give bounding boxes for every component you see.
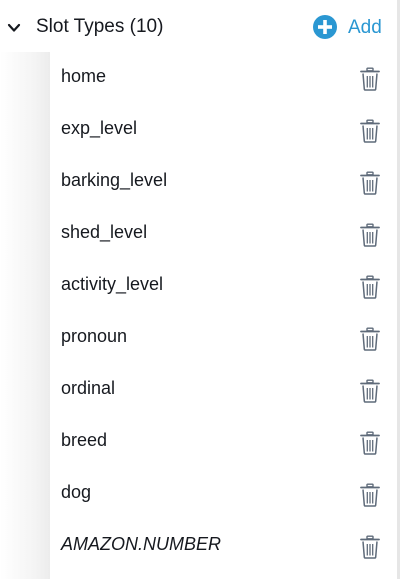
slot-type-name[interactable]: breed bbox=[61, 429, 107, 451]
slot-type-name[interactable]: exp_level bbox=[61, 117, 137, 139]
trash-icon[interactable] bbox=[360, 171, 380, 195]
slot-type-item[interactable]: breed bbox=[50, 416, 397, 468]
chevron-down-icon[interactable] bbox=[6, 21, 22, 35]
slot-types-header: Slot Types (10) Add bbox=[0, 0, 397, 52]
slot-type-item[interactable]: barking_level bbox=[50, 156, 397, 208]
trash-icon[interactable] bbox=[360, 275, 380, 299]
slot-type-item[interactable]: ordinal bbox=[50, 364, 397, 416]
slot-type-name[interactable]: shed_level bbox=[61, 221, 147, 243]
slot-type-name[interactable]: home bbox=[61, 65, 106, 87]
slot-type-item[interactable]: activity_level bbox=[50, 260, 397, 312]
section-title[interactable]: Slot Types (10) bbox=[36, 15, 163, 39]
slot-type-item[interactable]: shed_level bbox=[50, 208, 397, 260]
slot-type-name[interactable]: dog bbox=[61, 481, 91, 503]
trash-icon[interactable] bbox=[360, 223, 380, 247]
nav-rail bbox=[0, 52, 50, 579]
trash-icon[interactable] bbox=[360, 379, 380, 403]
trash-icon[interactable] bbox=[360, 431, 380, 455]
slot-type-item[interactable]: home bbox=[50, 52, 397, 104]
slot-types-panel: Slot Types (10) Add home exp_levelbarking… bbox=[0, 0, 400, 579]
slot-type-name[interactable]: activity_level bbox=[61, 273, 163, 295]
trash-icon[interactable] bbox=[360, 483, 380, 507]
add-label: Add bbox=[348, 17, 382, 38]
slot-type-item[interactable]: exp_level bbox=[50, 104, 397, 156]
trash-icon[interactable] bbox=[360, 119, 380, 143]
trash-icon[interactable] bbox=[360, 327, 380, 351]
slot-type-item[interactable]: dog bbox=[50, 468, 397, 520]
trash-icon[interactable] bbox=[360, 67, 380, 91]
trash-icon[interactable] bbox=[360, 535, 380, 559]
slot-type-item[interactable]: pronoun bbox=[50, 312, 397, 364]
slot-type-name[interactable]: pronoun bbox=[61, 325, 127, 347]
add-slot-type-button[interactable]: Add bbox=[312, 14, 384, 40]
slot-type-name[interactable]: ordinal bbox=[61, 377, 115, 399]
slot-type-name[interactable]: barking_level bbox=[61, 169, 167, 191]
plus-circle-icon bbox=[313, 15, 337, 39]
slot-type-item[interactable]: AMAZON.NUMBER bbox=[50, 520, 397, 572]
slot-type-name[interactable]: AMAZON.NUMBER bbox=[61, 533, 221, 555]
